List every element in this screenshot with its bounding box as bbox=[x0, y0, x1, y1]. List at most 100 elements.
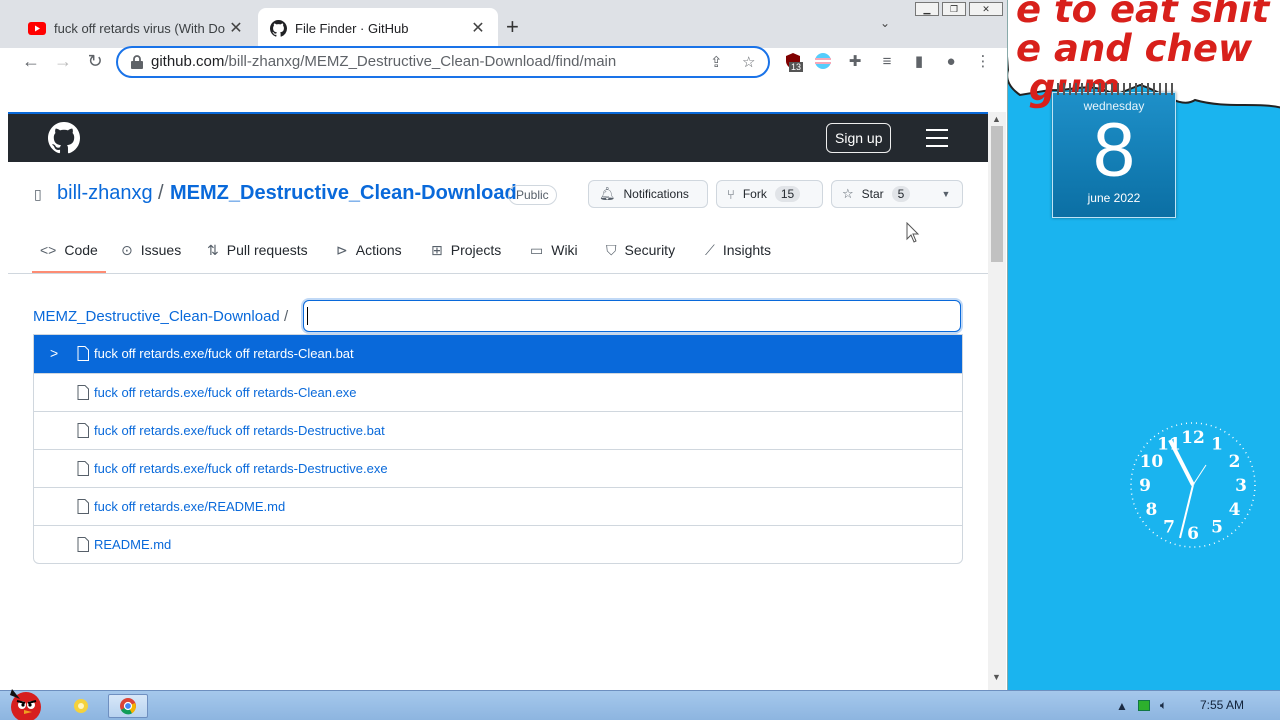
fork-label: Fork bbox=[742, 187, 767, 201]
forward-button[interactable]: → bbox=[49, 47, 77, 75]
tab-title: File Finder · GitHub bbox=[295, 20, 409, 36]
media-control-icon[interactable]: ≡ bbox=[877, 52, 897, 72]
list-item[interactable]: fuck off retards.exe/fuck off retards-Cl… bbox=[34, 373, 962, 411]
file-icon bbox=[77, 346, 89, 361]
minimize-button[interactable]: ▁ bbox=[915, 2, 939, 16]
maximize-button[interactable]: ❐ bbox=[942, 2, 966, 16]
breadcrumb: MEMZ_Destructive_Clean-Download / bbox=[33, 308, 288, 325]
address-bar[interactable]: github.com/bill-zhanxg/MEMZ_Destructive_… bbox=[116, 46, 770, 78]
breadcrumb-repo-link[interactable]: MEMZ_Destructive_Clean-Download bbox=[33, 308, 280, 325]
code-icon: <> bbox=[40, 242, 57, 258]
breadcrumb-separator: / bbox=[283, 308, 289, 325]
calendar-gadget[interactable]: wednesday 8 june 2022 bbox=[1052, 83, 1176, 218]
tab-code[interactable]: <> Code bbox=[40, 238, 98, 262]
tab-label: Issues bbox=[140, 242, 182, 258]
share-icon[interactable]: ⇪ bbox=[710, 53, 723, 71]
flag-extension-icon[interactable] bbox=[813, 52, 833, 72]
new-tab-button[interactable]: + bbox=[506, 14, 519, 40]
tab-pull-requests[interactable]: ⇅ Pull requests bbox=[207, 238, 308, 262]
list-item[interactable]: README.md bbox=[34, 525, 962, 563]
page-scrollbar[interactable]: ▲ ▼ bbox=[988, 112, 1006, 690]
profile-avatar-icon[interactable]: ● bbox=[941, 52, 961, 72]
clock-numeral: 1 bbox=[1211, 434, 1223, 454]
graph-icon: ⟋ bbox=[705, 241, 715, 258]
scrollbar-thumb[interactable] bbox=[991, 126, 1003, 262]
tab-actions[interactable]: ⊳ Actions bbox=[336, 238, 402, 262]
clock-numeral: 4 bbox=[1229, 500, 1241, 520]
tray-expand-icon[interactable]: ▲ bbox=[1116, 699, 1128, 713]
taskbar-explorer-icon[interactable] bbox=[66, 694, 96, 718]
repo-owner-link[interactable]: bill-zhanxg bbox=[57, 182, 153, 205]
tab-label: Code bbox=[64, 242, 98, 258]
tab-label: Insights bbox=[722, 242, 772, 258]
list-item[interactable]: fuck off retards.exe/README.md bbox=[34, 487, 962, 525]
github-header: Sign up bbox=[8, 114, 988, 162]
scroll-up-arrow-icon[interactable]: ▲ bbox=[992, 114, 1001, 124]
extension-badge: 13 bbox=[789, 62, 804, 72]
notifications-label: Notifications bbox=[623, 187, 689, 201]
url-host: github.com bbox=[151, 53, 225, 70]
back-button[interactable]: ← bbox=[17, 47, 45, 75]
sign-up-button[interactable]: Sign up bbox=[826, 123, 892, 153]
table-icon: ⊞ bbox=[431, 241, 443, 258]
list-item[interactable]: fuck off retards.exe/fuck off retards-De… bbox=[34, 411, 962, 449]
ublock-extension-icon[interactable]: 13 bbox=[783, 52, 804, 72]
star-dropdown-caret-icon[interactable]: ▼ bbox=[930, 180, 963, 208]
tab-wiki[interactable]: ▭ Wiki bbox=[530, 238, 578, 262]
side-panel-icon[interactable]: ▮ bbox=[909, 52, 929, 72]
taskbar-chrome-button[interactable] bbox=[108, 694, 148, 718]
fork-button[interactable]: ⑂ Fork 15 bbox=[716, 180, 823, 208]
github-page: Sign up ▯ bill-zhanxg / MEMZ_Destructive… bbox=[8, 112, 988, 690]
text-caret bbox=[307, 307, 308, 325]
file-icon bbox=[77, 461, 89, 476]
network-icon[interactable] bbox=[1137, 700, 1150, 711]
tab-title: fuck off retards virus (With Do bbox=[54, 20, 225, 36]
tab-issues[interactable]: ⊙ Issues bbox=[121, 238, 181, 262]
clock-numeral: 6 bbox=[1187, 524, 1199, 544]
menu-kebab-icon[interactable]: ⋮ bbox=[973, 52, 993, 72]
notifications-button[interactable]: 🔔︎ Notifications bbox=[588, 180, 708, 208]
bookmark-star-icon[interactable]: ☆ bbox=[742, 53, 755, 71]
tab-file-finder[interactable]: File Finder · GitHub ✕ bbox=[258, 8, 498, 48]
clock-numeral: 3 bbox=[1235, 476, 1247, 496]
tab-search-chevron-icon[interactable]: ⌄ bbox=[880, 16, 890, 30]
clock-gadget[interactable]: 12 1234567891011 bbox=[1128, 420, 1258, 550]
file-icon bbox=[77, 499, 89, 514]
github-logo-icon[interactable] bbox=[48, 122, 80, 154]
repo-separator: / bbox=[158, 182, 164, 204]
url-path: /bill-zhanxg/MEMZ_Destructive_Clean-Down… bbox=[224, 53, 617, 70]
clock-numeral: 8 bbox=[1145, 500, 1157, 520]
reload-button[interactable]: ↻ bbox=[81, 47, 109, 75]
pull-request-icon: ⇅ bbox=[207, 241, 219, 258]
file-icon bbox=[77, 537, 89, 552]
tab-insights[interactable]: ⟋ Insights bbox=[705, 238, 771, 262]
file-path: fuck off retards.exe/fuck off retards-Cl… bbox=[94, 346, 354, 361]
file-finder-input[interactable] bbox=[303, 300, 961, 332]
start-button-angry-bird-icon[interactable] bbox=[2, 685, 50, 720]
tab-projects[interactable]: ⊞ Projects bbox=[431, 238, 501, 262]
clock-numeral: 12 bbox=[1181, 428, 1205, 448]
list-item[interactable]: > fuck off retards.exe/fuck off retards-… bbox=[34, 335, 962, 373]
hamburger-menu-icon[interactable] bbox=[926, 129, 948, 147]
tab-label: Projects bbox=[450, 242, 502, 258]
tab-security[interactable]: ⛉ Security bbox=[606, 238, 675, 262]
tab-youtube[interactable]: fuck off retards virus (With Do ✕ bbox=[16, 8, 256, 48]
close-window-button[interactable]: ✕ bbox=[969, 2, 1003, 16]
repo-icon: ▯ bbox=[34, 186, 42, 202]
clock-numeral: 5 bbox=[1211, 518, 1223, 538]
scroll-down-arrow-icon[interactable]: ▼ bbox=[992, 672, 1001, 682]
bell-icon: 🔔︎ bbox=[599, 186, 616, 201]
file-icon bbox=[77, 385, 89, 400]
address-url[interactable]: github.com/bill-zhanxg/MEMZ_Destructive_… bbox=[151, 53, 616, 70]
volume-icon[interactable]: 🔈︎ bbox=[1160, 698, 1167, 713]
puzzle-extensions-icon[interactable]: ✚ bbox=[845, 52, 865, 72]
list-item[interactable]: fuck off retards.exe/fuck off retards-De… bbox=[34, 449, 962, 487]
tab-close-icon[interactable]: ✕ bbox=[470, 18, 486, 38]
tab-close-icon[interactable]: ✕ bbox=[228, 18, 244, 38]
repo-name-link[interactable]: MEMZ_Destructive_Clean-Download bbox=[170, 182, 517, 205]
visibility-badge: Public bbox=[508, 185, 557, 205]
taskbar-clock[interactable]: 7:55 AM bbox=[1200, 698, 1244, 712]
mouse-cursor-icon bbox=[906, 222, 920, 243]
selected-tab-underline bbox=[32, 271, 106, 273]
star-button[interactable]: ☆ Star 5 bbox=[831, 180, 931, 208]
